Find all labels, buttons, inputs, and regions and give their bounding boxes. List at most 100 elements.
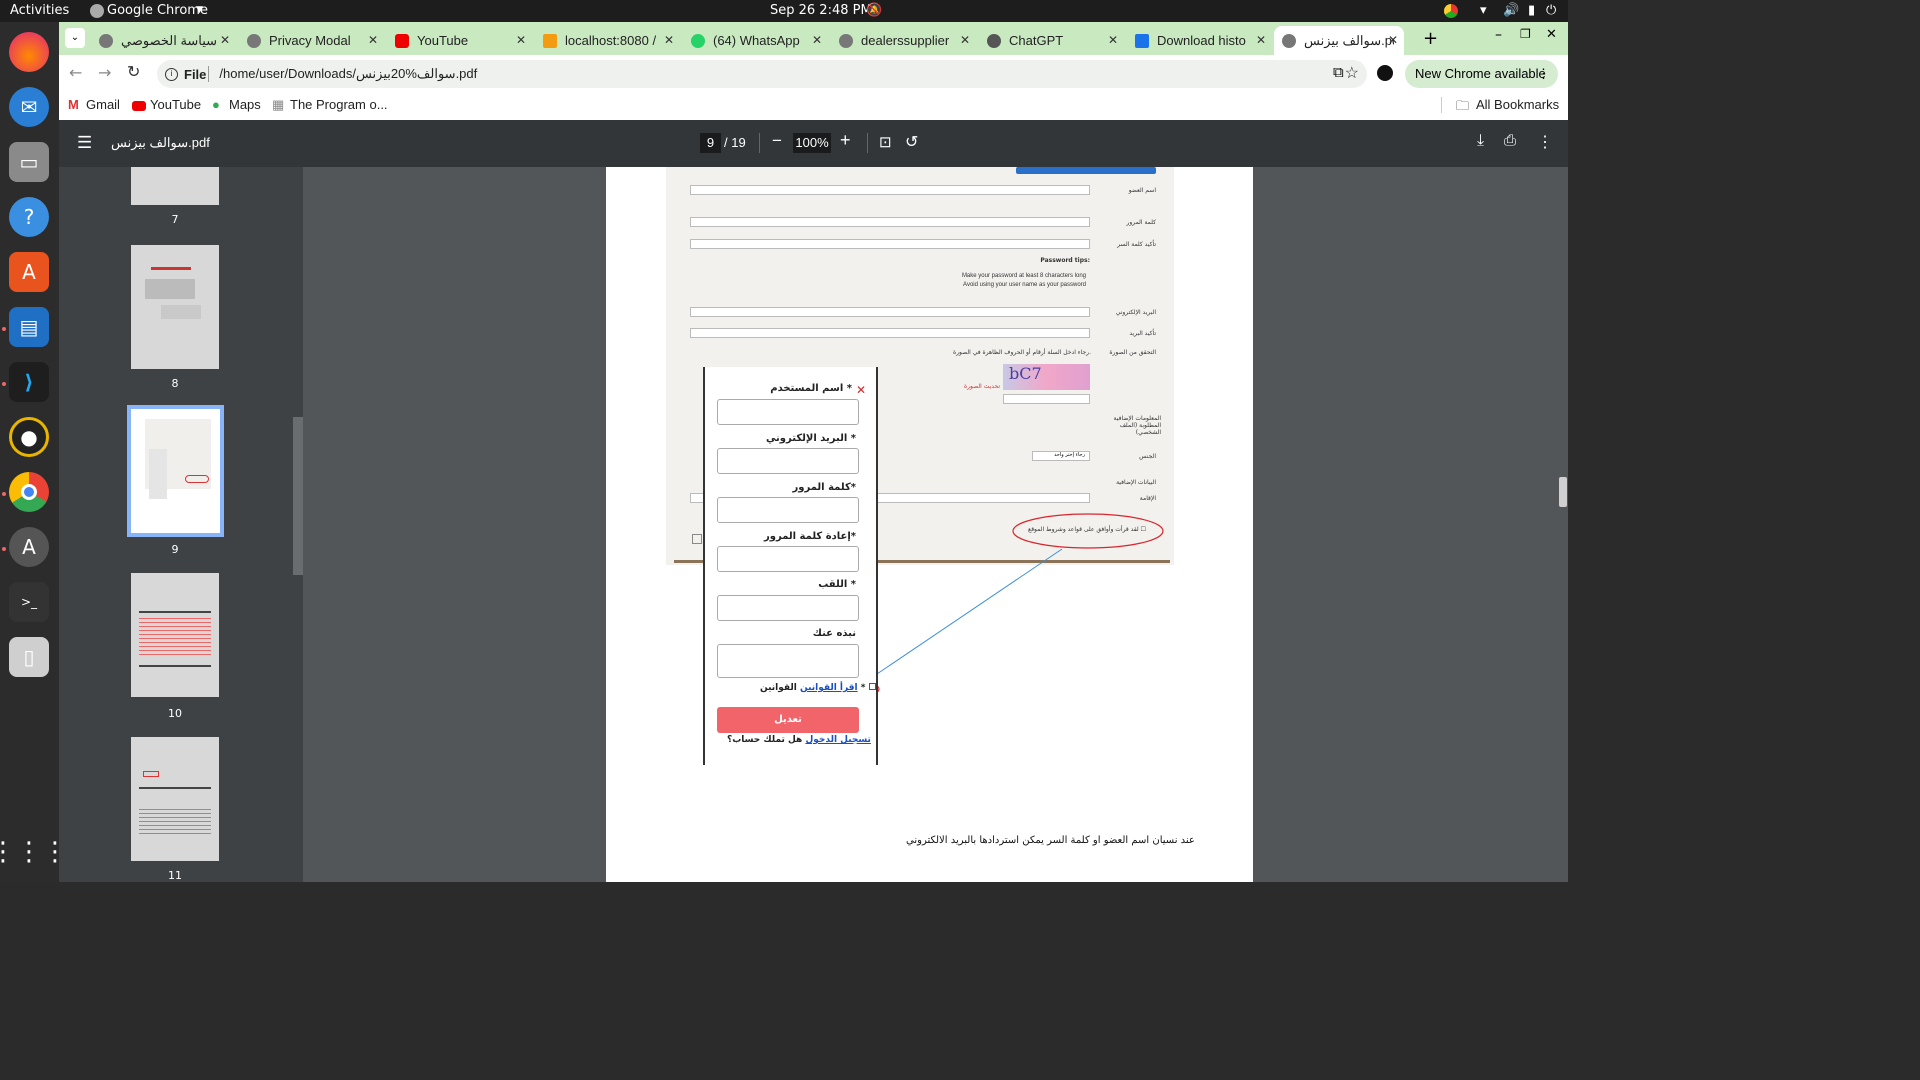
rules-link: اقرأ القوانين xyxy=(799,683,858,693)
close-tab-icon[interactable]: ✕ xyxy=(516,33,526,47)
show-apps-icon[interactable]: ⋮⋮⋮ xyxy=(0,832,68,872)
firefox-icon[interactable] xyxy=(9,32,49,72)
zoom-in-icon[interactable]: + xyxy=(840,130,851,151)
thunderbird-icon[interactable]: ✉ xyxy=(9,87,49,127)
thumbnail-page-8[interactable] xyxy=(131,245,219,369)
tab[interactable]: Download histo ✕ xyxy=(1127,26,1272,55)
maximize-icon[interactable]: ❐ xyxy=(1520,27,1531,41)
files-icon[interactable]: ▭ xyxy=(9,142,49,182)
app-center-icon[interactable]: A xyxy=(9,252,49,292)
text-field xyxy=(690,328,1090,338)
scheme-chip: File xyxy=(184,66,207,82)
close-tab-icon[interactable]: ✕ xyxy=(664,33,674,47)
more-vert-icon[interactable]: ⋮ xyxy=(1537,132,1553,152)
tab[interactable]: dealerssupplier ✕ xyxy=(831,26,976,55)
close-tab-icon[interactable]: ✕ xyxy=(960,33,970,47)
email-label: البريد الإلكتروني * xyxy=(765,433,856,444)
submit-button: تعديل xyxy=(717,707,859,733)
field-label: البريد الإلكتروني xyxy=(1115,309,1156,316)
chrome-dock-icon[interactable] xyxy=(9,472,49,512)
back-icon[interactable]: ← xyxy=(69,63,82,82)
all-bookmarks[interactable]: All Bookmarks xyxy=(1476,97,1559,112)
bookmark-star-icon[interactable]: ☆ xyxy=(1345,63,1359,83)
thumbnail-page-7[interactable] xyxy=(131,167,219,205)
bookmark-maps[interactable]: Maps xyxy=(229,97,261,112)
chrome-tray-icon[interactable] xyxy=(1444,4,1458,18)
bookmark-program[interactable]: The Program o... xyxy=(290,97,388,112)
power-icon[interactable]: ⏻ xyxy=(1546,3,1556,18)
vscode-icon[interactable]: ⟩ xyxy=(9,362,49,402)
extensions-icon[interactable]: ⧉ xyxy=(1333,63,1344,81)
have-account-text: هل تملك حساب؟ xyxy=(727,735,803,745)
rules-row: اقرأ القوانين القوانين * xyxy=(760,683,876,693)
url-text: /home/user/Downloads/سوالف%20بيزنس.pdf xyxy=(219,66,478,81)
wifi-icon[interactable]: ▾ xyxy=(1480,3,1487,18)
sidebar-scrollbar[interactable] xyxy=(293,167,303,882)
chrome-app-icon xyxy=(90,4,104,18)
bookmark-youtube[interactable]: YouTube xyxy=(150,97,201,112)
thumbnail-page-10[interactable] xyxy=(131,573,219,697)
email-field xyxy=(717,448,859,474)
close-tab-icon[interactable]: ✕ xyxy=(220,33,230,47)
address-bar[interactable]: i File /home/user/Downloads/سوالف%20بيزن… xyxy=(157,60,1367,88)
rhythmbox-icon[interactable]: ● xyxy=(9,417,49,457)
print-icon[interactable]: ⎙ xyxy=(1504,132,1516,149)
new-chrome-available-button[interactable]: New Chrome available ⋮ xyxy=(1405,60,1558,88)
thumbnail-label: 10 xyxy=(168,707,182,720)
field-label: الجنس xyxy=(1139,453,1156,460)
close-tab-icon[interactable]: ✕ xyxy=(368,33,378,47)
software-updater-icon[interactable]: A xyxy=(9,527,49,567)
avatar[interactable] xyxy=(1377,65,1393,81)
viewer-scrollbar[interactable] xyxy=(1558,167,1568,882)
tab-search-chevron-icon[interactable]: ⌄ xyxy=(65,28,85,48)
thumbnail-page-11[interactable] xyxy=(131,737,219,861)
terminal-icon[interactable]: >_ xyxy=(9,582,49,622)
tab[interactable]: localhost:8080 /✕ xyxy=(535,26,680,55)
close-tab-icon[interactable]: ✕ xyxy=(812,33,822,47)
close-tab-icon[interactable]: ✕ xyxy=(1388,33,1398,47)
zoom-input[interactable]: 100% xyxy=(793,133,831,153)
youtube-icon xyxy=(132,101,146,111)
fit-page-icon[interactable]: ⊡ xyxy=(879,133,892,151)
clock[interactable]: Sep 26 2:48 PM xyxy=(770,3,872,18)
reload-icon[interactable]: ↻ xyxy=(127,62,140,81)
forward-icon[interactable]: → xyxy=(98,63,111,82)
new-tab-icon[interactable]: + xyxy=(1423,28,1438,49)
menu-icon[interactable]: ☰ xyxy=(77,133,92,153)
rotate-icon[interactable]: ↺ xyxy=(905,132,918,152)
download-icon[interactable]: ⤓ xyxy=(1477,132,1484,150)
password-confirm-field xyxy=(717,546,859,572)
writer-icon[interactable]: ▤ xyxy=(9,307,49,347)
close-window-icon[interactable]: ✕ xyxy=(1546,27,1557,42)
archive-icon[interactable]: ▯ xyxy=(9,637,49,677)
scrollbar-thumb[interactable] xyxy=(1559,477,1567,507)
field-label: التحقق من الصورة xyxy=(1109,349,1156,356)
login-row: تسجيل الدخول هل تملك حساب؟ xyxy=(727,735,871,745)
minimize-icon[interactable]: – xyxy=(1495,27,1502,43)
volume-icon[interactable]: 🔊 xyxy=(1503,3,1519,18)
activities-button[interactable]: Activities xyxy=(10,3,69,18)
tab[interactable]: Privacy Modal ✕ xyxy=(239,26,384,55)
tab[interactable]: سياسة الخصوصي ✕ xyxy=(91,26,236,55)
tab-active[interactable]: سوالف بيزنس.pdf✕ xyxy=(1274,26,1404,55)
maps-pin-icon: ● xyxy=(212,97,220,112)
app-menu[interactable]: Google Chrome xyxy=(107,3,208,18)
info-icon[interactable]: i xyxy=(165,67,178,81)
phpmyadmin-icon xyxy=(543,33,557,48)
tab[interactable]: YouTube ✕ xyxy=(387,26,532,55)
zoom-out-icon[interactable]: − xyxy=(772,131,782,151)
close-tab-icon[interactable]: ✕ xyxy=(1256,33,1266,47)
thumbnail-page-9-selected[interactable] xyxy=(127,405,224,537)
page-number-input[interactable]: 9 xyxy=(700,133,721,153)
bookmark-gmail[interactable]: Gmail xyxy=(86,97,120,112)
download-icon xyxy=(1135,33,1149,48)
help-icon[interactable]: ? xyxy=(9,197,49,237)
field-label: البيانات الإضافية xyxy=(1116,479,1156,486)
tab[interactable]: ChatGPT ✕ xyxy=(979,26,1124,55)
close-tab-icon[interactable]: ✕ xyxy=(1108,33,1118,47)
field-label: الإقامة xyxy=(1139,495,1156,502)
pdf-viewer: اسم العضو كلمة المرور تأكيد كلمة السر Pa… xyxy=(303,167,1568,882)
battery-icon[interactable]: ▮ xyxy=(1528,3,1535,18)
password-label: كلمة المرور* xyxy=(792,482,856,493)
tab[interactable]: (64) WhatsApp ✕ xyxy=(683,26,828,55)
